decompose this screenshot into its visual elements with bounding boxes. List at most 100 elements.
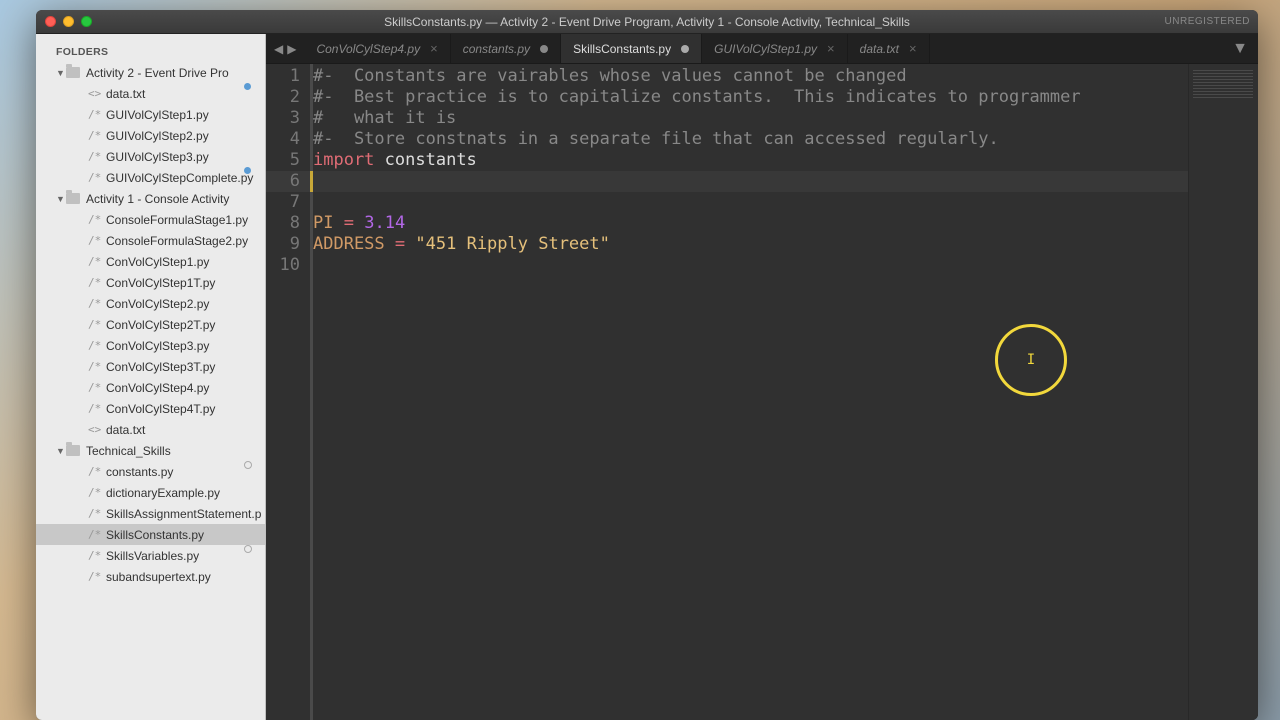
line-number: 7 <box>266 192 310 213</box>
file-row[interactable]: /*ConVolCylStep4T.py <box>36 398 265 419</box>
dirty-indicator <box>681 45 689 53</box>
folder-label: Activity 2 - Event Drive Pro <box>86 66 229 80</box>
file-icon: /* <box>88 528 100 541</box>
file-row[interactable]: /* ConVolCylStep2.py <box>36 293 265 314</box>
file-row[interactable]: /* subandsupertext.py <box>36 566 265 587</box>
file-row[interactable]: /* ConVolCylStep1.py <box>36 251 265 272</box>
titlebar[interactable]: SkillsConstants.py — Activity 2 - Event … <box>36 10 1258 34</box>
main-area: ◀ ▶ ConVolCylStep4.py × constants.py Skills… <box>266 34 1258 720</box>
file-label: ConsoleFormulaStage1.py <box>106 213 248 227</box>
code-line[interactable] <box>313 192 1188 213</box>
tab-label: data.txt <box>860 42 899 56</box>
file-icon: /* <box>88 171 100 184</box>
folder-icon <box>66 193 80 204</box>
file-row[interactable]: /* ConsoleFormulaStage1.py <box>36 209 265 230</box>
file-row[interactable]: /*ConsoleFormulaStage2.py <box>36 230 265 251</box>
line-number: 1 <box>266 66 310 87</box>
file-icon: <> <box>88 87 100 100</box>
code-line[interactable]: # what it is <box>313 108 1188 129</box>
code-line[interactable]: ADDRESS = "451 Ripply Street" <box>313 234 1188 255</box>
file-icon: /* <box>88 213 100 226</box>
tab[interactable]: SkillsConstants.py <box>561 34 702 63</box>
tab[interactable]: GUIVolCylStep1.py × <box>702 34 848 63</box>
sidebar-header: FOLDERS <box>36 38 265 62</box>
sidebar[interactable]: FOLDERS ▼ Activity 2 - Event Drive Pro <>d… <box>36 34 266 720</box>
line-number: 9 <box>266 234 310 255</box>
file-row[interactable]: <>data.txt <box>36 419 265 440</box>
file-row[interactable]: /*ConVolCylStep4.py <box>36 377 265 398</box>
line-number: 10 <box>266 255 310 276</box>
tab-overflow-button[interactable]: ▼ <box>1222 34 1258 63</box>
code-line[interactable] <box>313 171 1188 192</box>
annotation-circle: I <box>995 324 1067 396</box>
code-line[interactable]: PI = 3.14 <box>313 213 1188 234</box>
folder-label: Activity 1 - Console Activity <box>86 192 229 206</box>
close-tab-icon[interactable]: × <box>827 41 835 56</box>
chevron-down-icon: ▼ <box>56 194 66 204</box>
chevron-down-icon: ▼ <box>56 446 66 456</box>
editor[interactable]: 12345678910 #- Constants are vairables w… <box>266 64 1258 720</box>
line-number: 8 <box>266 213 310 234</box>
file-row[interactable]: /*ConVolCylStep3.py <box>36 335 265 356</box>
file-row[interactable]: /* GUIVolCylStep2.py <box>36 125 265 146</box>
file-label: ConVolCylStep2.py <box>106 297 209 311</box>
tab-bar: ◀ ▶ ConVolCylStep4.py × constants.py Skills… <box>266 34 1258 64</box>
file-label: ConVolCylStep2T.py <box>106 318 215 332</box>
minimap[interactable] <box>1188 64 1258 720</box>
file-label: SkillsAssignmentStatement.p <box>106 507 261 521</box>
code-line[interactable]: #- Best practice is to capitalize consta… <box>313 87 1188 108</box>
tab[interactable]: ConVolCylStep4.py × <box>304 34 450 63</box>
file-icon: /* <box>88 234 100 247</box>
file-label: constants.py <box>106 465 173 479</box>
file-row[interactable]: /*GUIVolCylStepComplete.py <box>36 167 265 188</box>
file-icon: /* <box>88 108 100 121</box>
file-row[interactable]: <>data.txt <box>36 83 265 104</box>
code-line[interactable]: #- Constants are vairables whose values … <box>313 66 1188 87</box>
file-row[interactable]: /*dictionaryExample.py <box>36 482 265 503</box>
file-label: GUIVolCylStep2.py <box>106 129 209 143</box>
tab-label: ConVolCylStep4.py <box>316 42 420 56</box>
folder-label: Technical_Skills <box>86 444 171 458</box>
file-icon: /* <box>88 297 100 310</box>
file-row[interactable]: /*GUIVolCylStep1.py <box>36 104 265 125</box>
file-icon: /* <box>88 129 100 142</box>
file-label: subandsupertext.py <box>106 570 211 584</box>
minimap-content <box>1193 70 1253 100</box>
file-row[interactable]: /*SkillsAssignmentStatement.p <box>36 503 265 524</box>
file-icon: <> <box>88 423 100 436</box>
folder-row[interactable]: ▼ Technical_Skills <box>36 440 265 461</box>
file-tree: ▼Activity 2 - Event Drive Pro<>data.txt/… <box>36 62 265 587</box>
file-icon: /* <box>88 570 100 583</box>
folder-row[interactable]: ▼ Activity 1 - Console Activity <box>36 188 265 209</box>
file-label: SkillsConstants.py <box>106 528 204 542</box>
code-area[interactable]: #- Constants are vairables whose values … <box>313 64 1188 720</box>
dirty-indicator <box>540 45 548 53</box>
close-tab-icon[interactable]: × <box>430 41 438 56</box>
close-tab-icon[interactable]: × <box>909 41 917 56</box>
code-line[interactable]: import constants <box>313 150 1188 171</box>
file-row[interactable]: /*ConVolCylStep1T.py <box>36 272 265 293</box>
line-number: 5 <box>266 150 310 171</box>
folder-row[interactable]: ▼ Activity 2 - Event Drive Pro <box>36 62 265 83</box>
file-row[interactable]: /*constants.py <box>36 461 265 482</box>
code-line[interactable] <box>313 255 1188 276</box>
tab-label: constants.py <box>463 42 530 56</box>
file-row[interactable]: /*ConVolCylStep2T.py <box>36 314 265 335</box>
nav-back-button[interactable]: ◀ <box>274 42 283 56</box>
file-row[interactable]: /*ConVolCylStep3T.py <box>36 356 265 377</box>
file-row[interactable]: /* SkillsConstants.py <box>36 524 265 545</box>
line-number: 4 <box>266 129 310 150</box>
window-title: SkillsConstants.py — Activity 2 - Event … <box>36 15 1258 29</box>
file-row[interactable]: /*SkillsVariables.py <box>36 545 265 566</box>
tab[interactable]: constants.py <box>451 34 561 63</box>
tab[interactable]: data.txt × <box>848 34 930 63</box>
code-line[interactable]: #- Store constnats in a separate file th… <box>313 129 1188 150</box>
nav-forward-button[interactable]: ▶ <box>287 42 296 56</box>
file-label: ConVolCylStep3T.py <box>106 360 215 374</box>
file-icon: /* <box>88 255 100 268</box>
tab-label: SkillsConstants.py <box>573 42 671 56</box>
tab-label: GUIVolCylStep1.py <box>714 42 817 56</box>
chevron-down-icon: ▼ <box>56 68 66 78</box>
file-row[interactable]: /*GUIVolCylStep3.py <box>36 146 265 167</box>
file-label: ConVolCylStep1.py <box>106 255 209 269</box>
